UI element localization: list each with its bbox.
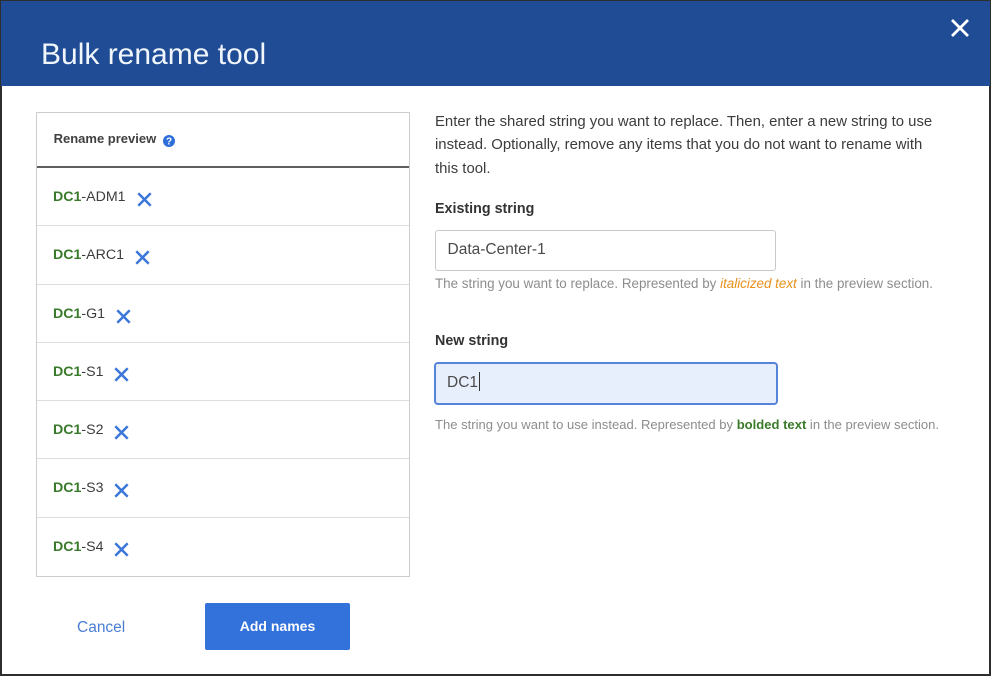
svg-text:?: ?	[166, 136, 172, 147]
